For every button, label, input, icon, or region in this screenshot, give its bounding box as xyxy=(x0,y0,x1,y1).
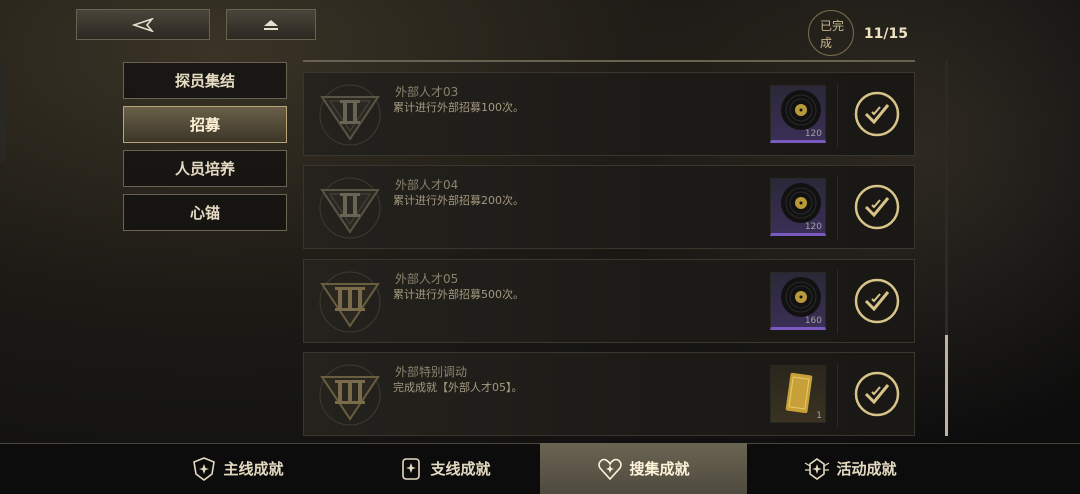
completion-badge: 已完成 11/15 xyxy=(808,10,908,56)
rank-iii-emblem-icon xyxy=(319,271,381,333)
list-top-border xyxy=(303,60,915,62)
rank-iii-emblem-icon xyxy=(319,364,381,426)
row-divider xyxy=(837,176,838,240)
side-drawer-handle[interactable] xyxy=(0,62,6,162)
reward-count: 120 xyxy=(804,129,822,139)
claimed-check-icon[interactable] xyxy=(854,371,900,417)
side-tab-heart-anchor[interactable]: 心锚 xyxy=(123,194,287,231)
claimed-check-icon[interactable] xyxy=(854,278,900,324)
reward-count: 1 xyxy=(816,411,822,421)
reward-count: 160 xyxy=(804,316,822,326)
completion-count: 11/15 xyxy=(863,26,908,42)
shield-star-icon xyxy=(193,456,216,481)
achievement-title: 外部特别调动 xyxy=(395,365,468,379)
back-arrow-icon xyxy=(132,17,154,32)
eject-home-icon xyxy=(264,19,278,30)
side-tab-recruit[interactable]: 招募 xyxy=(123,106,287,143)
achievement-row: 外部特别调动 完成成就【外部人才05】。 1 xyxy=(303,352,915,436)
row-divider xyxy=(837,363,838,427)
achievement-desc: 累计进行外部招募100次。 xyxy=(393,101,524,114)
back-button[interactable] xyxy=(76,9,210,40)
tab-event-achievements[interactable]: 活动成就 xyxy=(747,443,954,494)
achievement-desc: 累计进行外部招募200次。 xyxy=(393,194,524,207)
tab-label: 活动成就 xyxy=(836,460,897,478)
reward-item[interactable]: 160 xyxy=(770,272,826,330)
side-tab-label: 心锚 xyxy=(189,204,220,222)
rank-ii-emblem-icon xyxy=(319,177,381,239)
achievement-title: 外部人才03 xyxy=(395,85,459,99)
side-tab-agent-gather[interactable]: 探员集结 xyxy=(123,62,287,99)
achievement-row: 外部人才05 累计进行外部招募500次。 160 xyxy=(303,259,915,343)
side-tab-training[interactable]: 人员培养 xyxy=(123,150,287,187)
achievement-desc: 完成成就【外部人才05】。 xyxy=(393,381,523,394)
reward-count: 120 xyxy=(804,222,822,232)
reward-item[interactable]: 1 xyxy=(770,365,826,423)
reward-item[interactable]: 120 xyxy=(770,85,826,143)
home-button[interactable] xyxy=(226,9,316,40)
tab-side-achievements[interactable]: 支线成就 xyxy=(341,443,548,494)
rank-ii-emblem-icon xyxy=(319,84,381,146)
row-divider xyxy=(837,270,838,334)
completion-label: 已完成 xyxy=(820,19,845,50)
side-tab-label: 人员培养 xyxy=(174,160,235,178)
achievement-row: 外部人才03 累计进行外部招募100次。 120 xyxy=(303,72,915,156)
claimed-check-icon[interactable] xyxy=(854,184,900,230)
side-tab-label: 探员集结 xyxy=(174,72,235,90)
badge-star-icon xyxy=(402,457,421,480)
achievement-title: 外部人才04 xyxy=(395,178,459,192)
achievement-desc: 累计进行外部招募500次。 xyxy=(393,288,524,301)
achievement-title: 外部人才05 xyxy=(395,272,459,286)
tab-label: 支线成就 xyxy=(430,460,491,478)
tab-collection-achievements[interactable]: 搜集成就 xyxy=(540,443,747,494)
reward-item[interactable]: 120 xyxy=(770,178,826,236)
heart-star-icon xyxy=(598,458,623,480)
side-tab-label: 招募 xyxy=(189,116,220,134)
tab-main-achievements[interactable]: 主线成就 xyxy=(134,443,341,494)
achievement-row: 外部人才04 累计进行外部招募200次。 120 xyxy=(303,165,915,249)
winged-star-icon xyxy=(805,457,830,480)
tab-label: 主线成就 xyxy=(223,460,284,478)
claimed-check-icon[interactable] xyxy=(854,91,900,137)
scrollbar-thumb[interactable] xyxy=(945,335,948,436)
row-divider xyxy=(837,83,838,147)
tab-label: 搜集成就 xyxy=(629,460,690,478)
